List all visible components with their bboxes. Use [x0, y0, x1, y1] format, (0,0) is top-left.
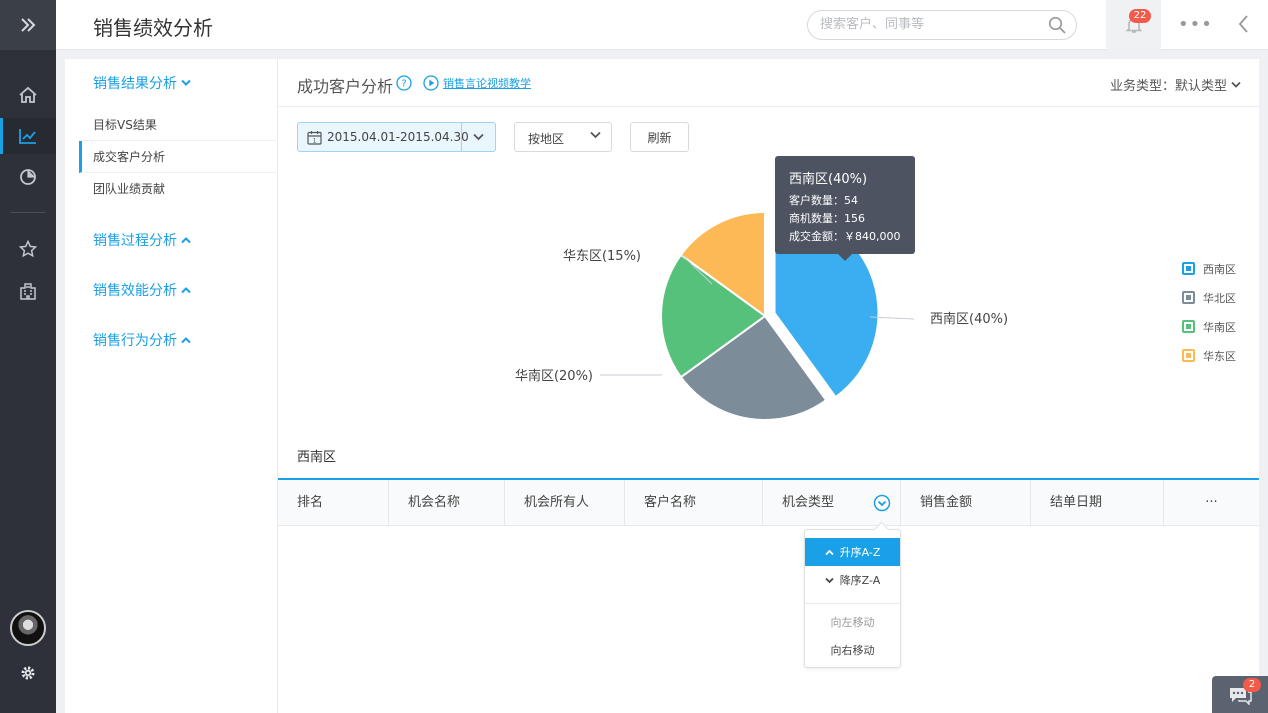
- chart-legend: 西南区 华北区 华南区 华东区: [1182, 254, 1236, 370]
- column-header-sales-amount[interactable]: 销售金额: [901, 480, 1031, 526]
- legend-swatch: [1182, 349, 1195, 362]
- calendar-icon: 1: [307, 131, 322, 145]
- chevron-down-icon: [590, 131, 601, 139]
- legend-item-south[interactable]: 华南区: [1182, 312, 1236, 341]
- chevron-up-icon: [181, 337, 191, 344]
- gear-icon: [21, 666, 35, 680]
- chat-badge: 2: [1243, 678, 1261, 692]
- business-type-select[interactable]: 业务类型：默认类型: [1110, 75, 1241, 94]
- column-menu: 升序A-Z 降序Z-A 向左移动 向右移动: [804, 529, 901, 668]
- column-header-opportunity-name[interactable]: 机会名称: [389, 480, 505, 526]
- column-header-close-date[interactable]: 结单日期: [1031, 480, 1164, 526]
- date-dropdown-button[interactable]: [461, 123, 495, 151]
- expand-nav-button[interactable]: [0, 0, 56, 50]
- panel-header: 成功客户分析 ? 销售言论视频教学 业务类型：默认类型: [278, 59, 1259, 107]
- company-nav-button[interactable]: [0, 273, 56, 309]
- sidebar-item-target-vs-result[interactable]: 目标VS结果: [79, 109, 278, 141]
- region-select[interactable]: 按地区: [514, 122, 612, 152]
- group-sales-efficiency[interactable]: 销售效能分析: [93, 280, 191, 300]
- tooltip-customer-count: 客户数量：54: [789, 194, 858, 207]
- slice-label: 西南区(40%): [930, 311, 1008, 327]
- column-header-customer-name[interactable]: 客户名称: [625, 480, 763, 526]
- legend-swatch: [1182, 320, 1195, 333]
- group-sales-process[interactable]: 销售过程分析: [93, 230, 191, 250]
- home-nav-button[interactable]: [0, 77, 56, 113]
- favorites-nav-button[interactable]: [0, 231, 56, 267]
- chevron-left-icon[interactable]: [1236, 13, 1250, 35]
- main-panel: 成功客户分析 ? 销售言论视频教学 业务类型：默认类型 1 2015.04.01…: [278, 59, 1259, 713]
- slice-label: 华南区(20%): [515, 368, 593, 384]
- selected-region-label: 西南区: [297, 450, 337, 465]
- svg-text:?: ?: [401, 79, 406, 90]
- chevron-down-icon: [181, 79, 191, 86]
- legend-item-east[interactable]: 华东区: [1182, 341, 1236, 370]
- move-left-item: 向左移动: [830, 616, 875, 629]
- notifications-button[interactable]: 22: [1106, 0, 1161, 50]
- legend-item-southwest[interactable]: 西南区: [1182, 254, 1236, 283]
- group-sales-behavior[interactable]: 销售行为分析: [93, 330, 191, 350]
- help-icon[interactable]: ?: [396, 75, 412, 91]
- top-header: 销售绩效分析 22 •••: [56, 0, 1268, 50]
- play-icon: [423, 75, 439, 91]
- chart-tooltip: 西南区(40%) 客户数量：54 商机数量：156 成交金额：￥840,000: [775, 156, 915, 261]
- video-tutorial-link[interactable]: 销售言论视频教学: [423, 75, 531, 91]
- chevron-up-icon: [824, 549, 834, 555]
- table-header: 排名 机会名称 机会所有人 客户名称 机会类型 销售金额 结单日期 ···: [278, 478, 1259, 526]
- page-title: 销售绩效分析: [93, 16, 213, 40]
- search-input[interactable]: [820, 17, 1040, 32]
- rail-divider: [10, 212, 46, 213]
- notification-badge: 22: [1129, 9, 1151, 23]
- pie-chart-icon: [20, 169, 36, 185]
- sort-menu-button[interactable]: [873, 494, 891, 512]
- analysis-sidebar: 销售结果分析 目标VS结果 成交客户分析 团队业绩贡献 销售过程分析 销售效能分…: [65, 59, 278, 713]
- refresh-button[interactable]: 刷新: [630, 122, 689, 152]
- slice-label: 华东区(15%): [563, 249, 641, 264]
- group-sales-result[interactable]: 销售结果分析: [93, 73, 191, 93]
- tooltip-deal-amount: 成交金额：￥840,000: [789, 230, 901, 243]
- analytics-nav-button[interactable]: [0, 118, 56, 154]
- column-header-opportunity-owner[interactable]: 机会所有人: [505, 480, 625, 526]
- date-range-text: 2015.04.01-2015.04.30: [327, 130, 469, 144]
- legend-swatch: [1182, 262, 1195, 275]
- chat-button[interactable]: 2: [1212, 676, 1268, 713]
- tooltip-opportunity-count: 商机数量：156: [789, 212, 865, 225]
- tooltip-title: 西南区(40%): [789, 172, 868, 187]
- sidebar-item-deal-customer[interactable]: 成交客户分析: [79, 141, 278, 173]
- pie-chart: 西南区(40%)华北区(25%)华南区(20%)华东区(15%): [515, 207, 1008, 421]
- sidebar-item-team-contribution[interactable]: 团队业绩贡献: [79, 173, 278, 205]
- svg-text:1: 1: [313, 138, 317, 145]
- home-icon: [19, 86, 37, 103]
- chevron-down-icon: [473, 133, 484, 141]
- building-icon: [20, 283, 36, 300]
- chevron-up-icon: [181, 287, 191, 294]
- more-options-icon[interactable]: •••: [1178, 14, 1213, 35]
- nav-rail: [0, 0, 56, 713]
- column-header-rank[interactable]: 排名: [278, 480, 389, 526]
- sort-ascending-item[interactable]: 升序A-Z: [805, 538, 900, 566]
- avatar[interactable]: [10, 610, 46, 646]
- menu-divider: [805, 603, 900, 604]
- search-icon[interactable]: [1048, 16, 1066, 34]
- panel-title: 成功客户分析: [297, 77, 394, 96]
- double-chevron-right-icon: [21, 18, 36, 32]
- chevron-down-icon: [825, 577, 834, 583]
- legend-item-north[interactable]: 华北区: [1182, 283, 1236, 312]
- sort-descending-item[interactable]: 降序Z-A: [805, 566, 900, 594]
- move-right-item[interactable]: 向右移动: [805, 636, 900, 664]
- reports-nav-button[interactable]: [0, 159, 56, 195]
- column-settings-button[interactable]: ···: [1164, 480, 1259, 526]
- line-chart-icon: [19, 129, 36, 144]
- settings-button[interactable]: [0, 655, 56, 691]
- star-icon: [19, 240, 37, 258]
- chevron-up-icon: [181, 237, 191, 244]
- date-range-picker[interactable]: 1 2015.04.01-2015.04.30: [297, 122, 496, 152]
- search-box[interactable]: [807, 10, 1077, 40]
- legend-swatch: [1182, 291, 1195, 304]
- chevron-down-icon: [1231, 81, 1241, 88]
